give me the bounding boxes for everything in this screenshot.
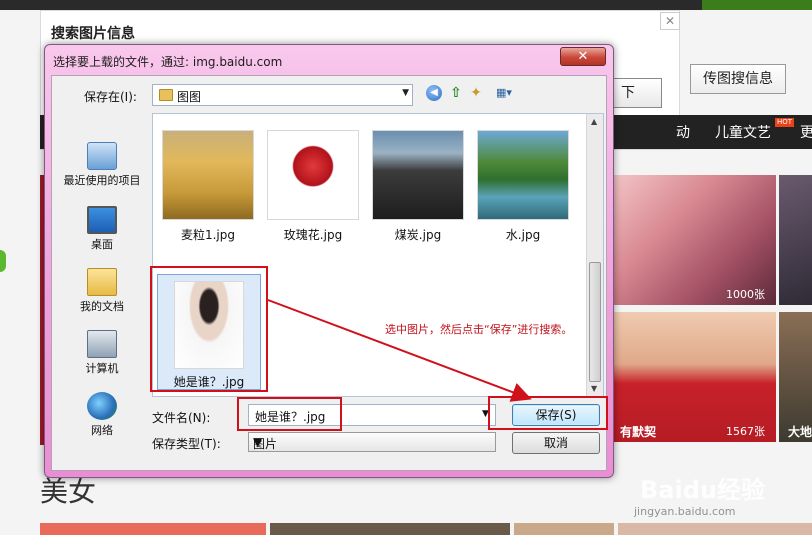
- place-label: 计算机: [85, 362, 119, 375]
- place-network[interactable]: 网络: [54, 392, 150, 438]
- bottom-thumbnail[interactable]: [514, 523, 614, 535]
- network-icon: [87, 392, 117, 420]
- dialog-title: 选择要上载的文件，通过: img.baidu.com: [53, 55, 283, 69]
- folder-icon: [159, 89, 173, 101]
- places-bar: 最近使用的项目 桌面 我的文档 计算机 网络: [52, 106, 152, 437]
- upload-image-button[interactable]: 传图搜信息: [690, 64, 786, 94]
- gallery-photo-partial[interactable]: [779, 175, 812, 305]
- watermark-url: jingyan.baidu.com: [634, 505, 736, 518]
- file-item[interactable]: 水.jpg: [473, 130, 573, 243]
- nav-item-more[interactable]: 更: [800, 122, 812, 142]
- file-name: 煤炭.jpg: [394, 228, 442, 242]
- hot-badge: HOT: [775, 118, 795, 127]
- instruction-annotation: 选中图片，然后点击“保存”进行搜索。: [385, 323, 573, 336]
- place-my-documents[interactable]: 我的文档: [54, 268, 150, 314]
- cancel-button[interactable]: 取消: [512, 432, 600, 454]
- dialog-close-button[interactable]: ✕: [560, 47, 606, 66]
- annotation-box-save: [488, 396, 608, 430]
- scrollbar-thumb[interactable]: [589, 262, 601, 382]
- file-item[interactable]: 玫瑰花.jpg: [263, 130, 363, 243]
- file-item[interactable]: 煤炭.jpg: [368, 130, 468, 243]
- photo-count: 1000张: [726, 288, 765, 301]
- photo-tag: 有默契: [620, 425, 657, 439]
- place-label: 网络: [91, 424, 113, 437]
- photo-count: 1567张: [726, 425, 765, 438]
- place-label: 桌面: [91, 238, 113, 251]
- file-name: 麦粒1.jpg: [180, 228, 236, 242]
- chevron-down-icon: ▼: [402, 88, 409, 98]
- desktop-icon: [87, 206, 117, 234]
- view-menu-icon[interactable]: ▦▾: [490, 83, 518, 103]
- recent-items-icon: [87, 142, 117, 170]
- panel-close-button[interactable]: ✕: [660, 12, 680, 30]
- panel-title: 搜索图片信息: [51, 26, 135, 42]
- place-label: 最近使用的项目: [63, 174, 141, 187]
- annotation-box-filename: [237, 397, 342, 431]
- scroll-down-icon[interactable]: ▼: [591, 384, 597, 393]
- up-folder-icon[interactable]: ⇧: [446, 83, 466, 103]
- look-in-dropdown[interactable]: 图图 ▼: [152, 84, 413, 106]
- nav-item-children-literature[interactable]: 儿童文艺: [715, 122, 771, 142]
- file-item[interactable]: 麦粒1.jpg: [158, 130, 258, 243]
- computer-icon: [87, 330, 117, 358]
- file-thumbnail: [477, 130, 569, 220]
- file-name: 水.jpg: [505, 228, 541, 242]
- bottom-thumbnail[interactable]: [618, 523, 812, 535]
- place-recent-items[interactable]: 最近使用的项目: [54, 142, 150, 188]
- file-thumbnail: [267, 130, 359, 220]
- side-green-tab[interactable]: [0, 250, 6, 272]
- file-name-label: 文件名(N):: [152, 411, 211, 425]
- file-name: 玫瑰花.jpg: [283, 228, 343, 242]
- baidu-watermark: Baidu经验: [640, 476, 765, 504]
- file-list-scrollbar[interactable]: ▲ ▼: [586, 114, 603, 396]
- file-type-select[interactable]: 图片 ▼: [248, 432, 496, 452]
- file-type-label: 保存类型(T):: [152, 437, 221, 451]
- bottom-thumbnail[interactable]: [270, 523, 510, 535]
- scroll-up-icon[interactable]: ▲: [591, 117, 597, 126]
- browser-top-bar: [0, 0, 812, 10]
- place-desktop[interactable]: 桌面: [54, 206, 150, 252]
- my-documents-icon: [87, 268, 117, 296]
- file-thumbnail: [372, 130, 464, 220]
- look-in-value: 图图: [177, 90, 202, 104]
- place-label: 我的文档: [80, 300, 124, 313]
- chevron-down-icon: ▼: [253, 435, 263, 449]
- next-button[interactable]: 下: [612, 78, 662, 108]
- nav-item-partial[interactable]: 动: [676, 122, 690, 142]
- back-icon[interactable]: ◀: [426, 85, 442, 101]
- photo-tag: 大地: [788, 425, 812, 439]
- annotation-box-selected-file: [150, 266, 268, 392]
- top-bar-accent: [702, 0, 812, 10]
- bottom-thumbnail[interactable]: [40, 523, 266, 535]
- file-thumbnail: [162, 130, 254, 220]
- look-in-label: 保存在(I):: [84, 90, 137, 104]
- place-computer[interactable]: 计算机: [54, 330, 150, 376]
- new-folder-icon[interactable]: ✦: [466, 83, 486, 103]
